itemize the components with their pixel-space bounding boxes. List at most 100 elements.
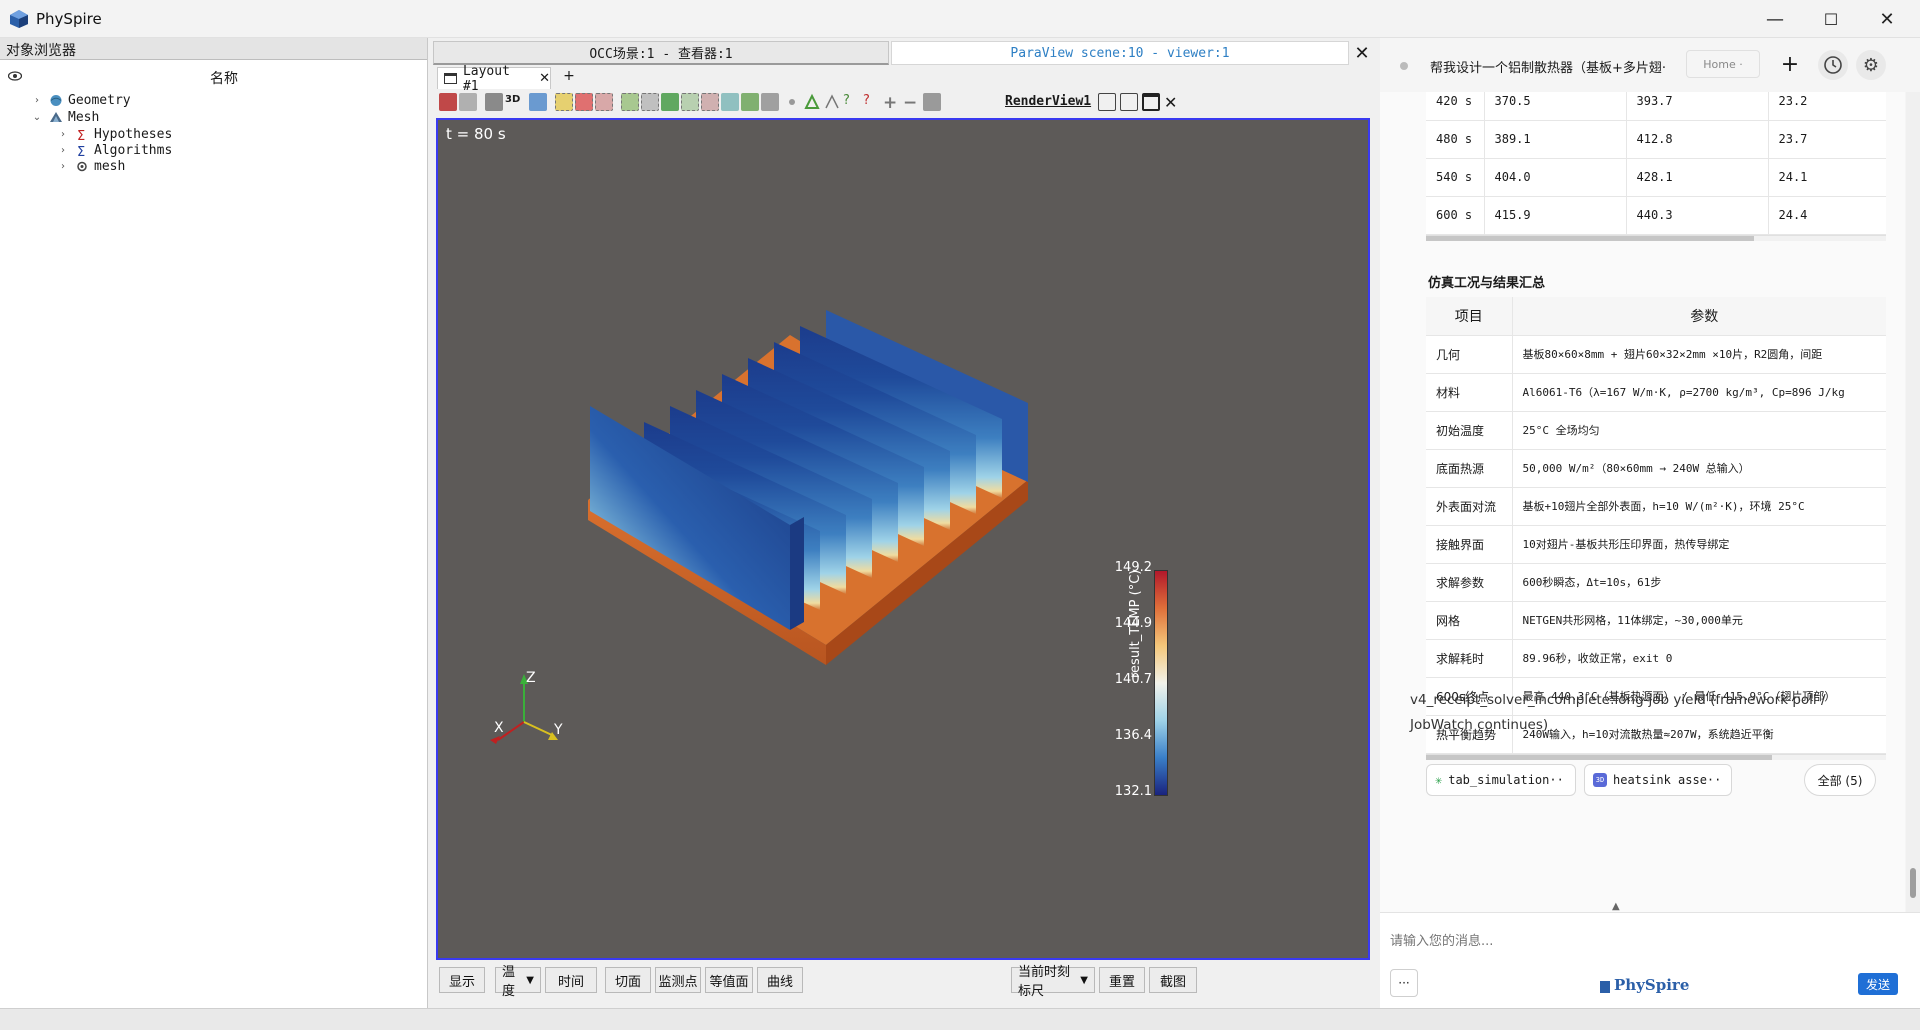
chat-input-area: ▲ ··· PhySpire 发送 bbox=[1380, 901, 1920, 1008]
receipt-message: v4_receipt_solver_incomplete:long-job yi… bbox=[1410, 688, 1880, 738]
expand-arrow-icon[interactable]: › bbox=[56, 161, 70, 172]
expand-arrow-icon[interactable]: › bbox=[56, 129, 70, 140]
time-button[interactable]: 时间 bbox=[545, 967, 597, 993]
attachment-chip-simulation[interactable]: ✳ tab_simulation·· bbox=[1426, 764, 1576, 796]
table-cell: 初始温度 bbox=[1426, 411, 1512, 450]
table-scrollbar[interactable] bbox=[1426, 234, 1886, 241]
grow-selection-icon[interactable] bbox=[783, 93, 801, 111]
axis-y-label: Y bbox=[554, 722, 563, 738]
split-horizontal-icon[interactable] bbox=[1098, 93, 1116, 111]
contour-button[interactable]: 等值面 bbox=[705, 967, 753, 993]
close-layout-icon[interactable]: ✕ bbox=[539, 71, 550, 86]
split-vertical-icon[interactable] bbox=[1120, 93, 1138, 111]
tab-occ-label: OCC场景:1 - 查看器:1 bbox=[589, 47, 733, 62]
table-cell: 50,000 W/m²（80×60mm → 240W 总输入） bbox=[1511, 449, 1886, 488]
table-row: 540 s 404.0 428.1 24.1 bbox=[1426, 158, 1886, 197]
chat-panel: 帮我设计一个铝制散热器（基板+多片翅· Home · + ⚙ 420 s 370.… bbox=[1380, 38, 1920, 1008]
close-window-button[interactable]: ✕ bbox=[1859, 0, 1915, 38]
add-layout-button[interactable]: + bbox=[555, 68, 583, 88]
fin-group bbox=[590, 310, 1028, 630]
select-surface-icon[interactable] bbox=[721, 93, 739, 111]
summary-scrollbar[interactable] bbox=[1426, 753, 1886, 760]
tree-item-mesh[interactable]: ⌄ Mesh bbox=[30, 109, 100, 125]
close-view-icon[interactable]: ✕ bbox=[1164, 93, 1182, 112]
screenshot-button[interactable]: 截图 bbox=[1149, 967, 1197, 993]
capture-icon[interactable] bbox=[485, 93, 503, 111]
expand-up-icon[interactable]: ▲ bbox=[1612, 901, 1620, 912]
heatsink-model bbox=[588, 310, 1028, 665]
maximize-view-icon[interactable] bbox=[1142, 93, 1160, 111]
ruler-icon[interactable] bbox=[803, 93, 821, 111]
history-icon[interactable] bbox=[1818, 50, 1848, 80]
select-points-icon[interactable] bbox=[575, 93, 593, 111]
find-data-icon[interactable]: ? bbox=[863, 93, 881, 111]
render-view-label[interactable]: RenderView1 bbox=[1005, 94, 1091, 109]
attachment-chip-heatsink[interactable]: 3D heatsink asse·· bbox=[1584, 764, 1732, 796]
send-button[interactable]: 发送 bbox=[1858, 973, 1898, 995]
hover-cells-icon[interactable] bbox=[701, 93, 719, 111]
probe-button[interactable]: 监测点 bbox=[655, 967, 701, 993]
close-viewer-tab-button[interactable]: ✕ bbox=[1351, 41, 1373, 65]
render-viewport[interactable]: t = 80 s Z X Y 149.2 144.9 140.7 136.4 1… bbox=[436, 118, 1370, 960]
geometry-icon bbox=[50, 94, 62, 106]
toggle-3d-button[interactable]: 3D bbox=[505, 94, 523, 112]
table-cell: 基板80×60×8mm + 翅片60×32×2mm ×10片，R2圆角，间距 bbox=[1511, 335, 1886, 374]
tree-item-hypotheses[interactable]: › Σ Hypotheses bbox=[56, 126, 172, 142]
chat-scrollbar-thumb[interactable] bbox=[1910, 868, 1916, 898]
tab-occ-scene[interactable]: OCC场景:1 - 查看器:1 bbox=[433, 41, 889, 65]
select-block-icon[interactable] bbox=[621, 93, 639, 111]
tree-item-submesh[interactable]: › mesh bbox=[56, 158, 125, 174]
current-scale-select[interactable]: 当前时刻标尺 ▼ bbox=[1011, 965, 1095, 999]
zoom-to-box-icon[interactable] bbox=[529, 93, 547, 111]
show-all-attachments-button[interactable]: 全部 (5) bbox=[1804, 764, 1876, 796]
tab-paraview-scene[interactable]: ParaView scene:10 - viewer:1 bbox=[891, 41, 1349, 65]
app-title: PhySpire bbox=[36, 10, 102, 28]
chat-scrollbar[interactable] bbox=[1906, 92, 1920, 912]
settings-gear-icon[interactable]: ⚙ bbox=[1856, 50, 1886, 80]
select-polygon-icon[interactable] bbox=[641, 93, 659, 111]
slice-button[interactable]: 切面 bbox=[605, 967, 651, 993]
tree-item-geometry[interactable]: › Geometry bbox=[30, 92, 131, 108]
table-cell: 基板+10翅片全部外表面，h=10 W/(m²·K)，环境 25°C bbox=[1511, 487, 1886, 526]
receipt-line: v4_receipt_solver_incomplete:long-job yi… bbox=[1410, 692, 1826, 708]
remove-icon[interactable]: − bbox=[903, 93, 921, 113]
tree-item-label: Geometry bbox=[68, 92, 131, 108]
layout-tab[interactable]: Layout #1 ✕ bbox=[437, 64, 551, 94]
temperature-select[interactable]: 温度 ▼ bbox=[495, 965, 541, 999]
clear-selection-icon[interactable] bbox=[761, 93, 779, 111]
table-cell: 370.5 bbox=[1483, 92, 1626, 121]
table-cell: 底面热源 bbox=[1426, 449, 1512, 488]
curve-button[interactable]: 曲线 bbox=[757, 967, 803, 993]
expand-arrow-icon[interactable]: › bbox=[30, 95, 44, 106]
more-options-button[interactable]: ··· bbox=[1390, 969, 1418, 997]
interactive-select-icon[interactable] bbox=[661, 93, 679, 111]
new-chat-button[interactable]: + bbox=[1774, 48, 1806, 80]
reset-camera-icon[interactable] bbox=[439, 93, 457, 111]
tree-item-algorithms[interactable]: › Σ Algorithms bbox=[56, 142, 172, 158]
collapse-arrow-icon[interactable]: ⌄ bbox=[30, 112, 44, 123]
extract-selection-icon[interactable] bbox=[741, 93, 759, 111]
select-frustum-icon[interactable] bbox=[595, 93, 613, 111]
summary-scrollbar-thumb[interactable] bbox=[1426, 754, 1772, 760]
add-icon[interactable]: + bbox=[883, 93, 901, 113]
tree-column-header: 名称 bbox=[0, 66, 424, 88]
visibility-eye-icon[interactable] bbox=[7, 70, 23, 85]
display-button[interactable]: 显示 bbox=[439, 967, 485, 993]
sparkle-icon: ✳ bbox=[1435, 773, 1443, 787]
angle-icon[interactable] bbox=[823, 93, 841, 111]
maximize-button[interactable]: ☐ bbox=[1803, 0, 1859, 38]
color-legend-title: result_TEMP (°C) bbox=[1128, 569, 1143, 678]
expand-arrow-icon[interactable]: › bbox=[56, 145, 70, 156]
select-cells-icon[interactable] bbox=[555, 93, 573, 111]
undo-camera-icon[interactable] bbox=[459, 93, 477, 111]
chat-message-input[interactable] bbox=[1390, 929, 1900, 953]
home-button[interactable]: Home · bbox=[1686, 50, 1760, 78]
reset-button[interactable]: 重置 bbox=[1099, 967, 1145, 993]
legend-tick: 132.1 bbox=[1114, 784, 1152, 799]
trash-icon[interactable] bbox=[923, 93, 941, 111]
chat-title: 帮我设计一个铝制散热器（基板+多片翅· bbox=[1430, 61, 1667, 76]
hover-points-icon[interactable] bbox=[681, 93, 699, 111]
minimize-button[interactable]: — bbox=[1747, 0, 1803, 38]
query-icon[interactable]: ? bbox=[843, 93, 861, 111]
table-scrollbar-thumb[interactable] bbox=[1426, 235, 1754, 241]
